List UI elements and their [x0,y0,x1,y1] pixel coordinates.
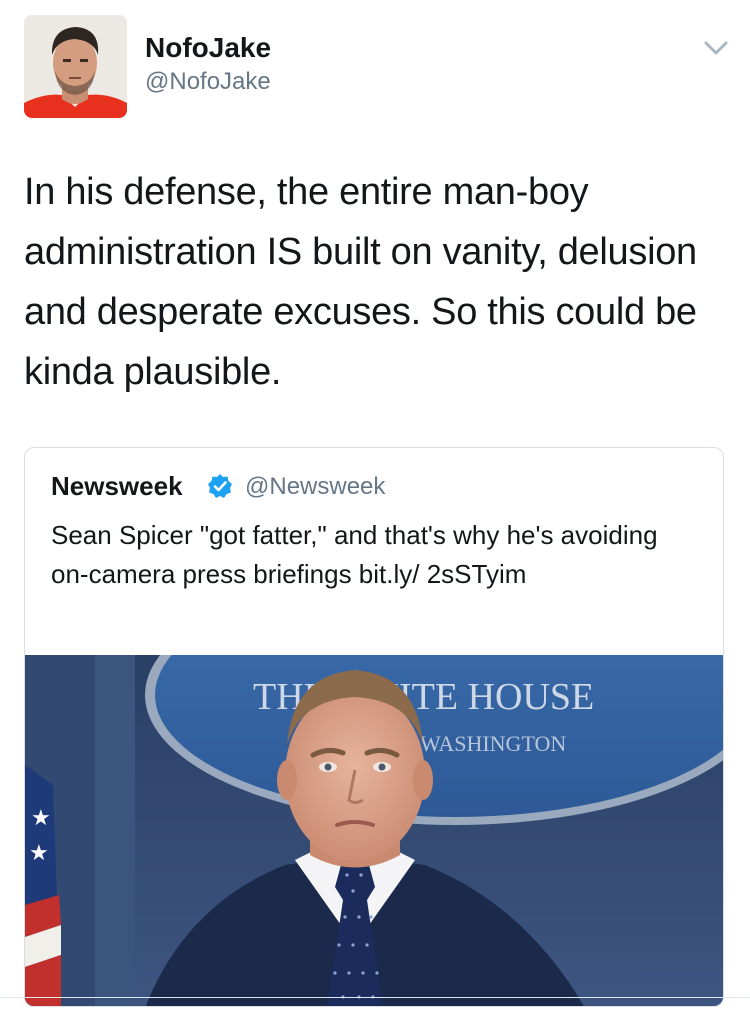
svg-text:★: ★ [29,840,49,865]
verified-badge-icon [207,473,233,499]
quoted-handle: @Newsweek [245,473,386,500]
sign-text-line2: WASHINGTON [420,731,566,756]
author-avatar[interactable] [24,15,127,118]
tweet-text: In his defense, the entire man-boy admin… [24,171,697,393]
chevron-down-icon[interactable] [701,36,731,60]
quoted-tweet-card[interactable]: Newsweek @Newsweek Sean Spicer "got fatt… [24,447,724,1007]
quoted-tweet-text: Sean Spicer "got fatter," and that's why… [51,520,658,589]
quoted-tweet-photo[interactable]: THE WHITE HOUSE WASHINGTON ★ ★ [25,655,723,1006]
divider [0,997,750,998]
author-handle[interactable]: @NofoJake [145,68,271,96]
author-display-name[interactable]: NofoJake [145,32,271,64]
svg-text:★: ★ [31,805,51,830]
quoted-display-name: Newsweek [51,471,183,501]
profile-photo-icon [24,15,127,118]
